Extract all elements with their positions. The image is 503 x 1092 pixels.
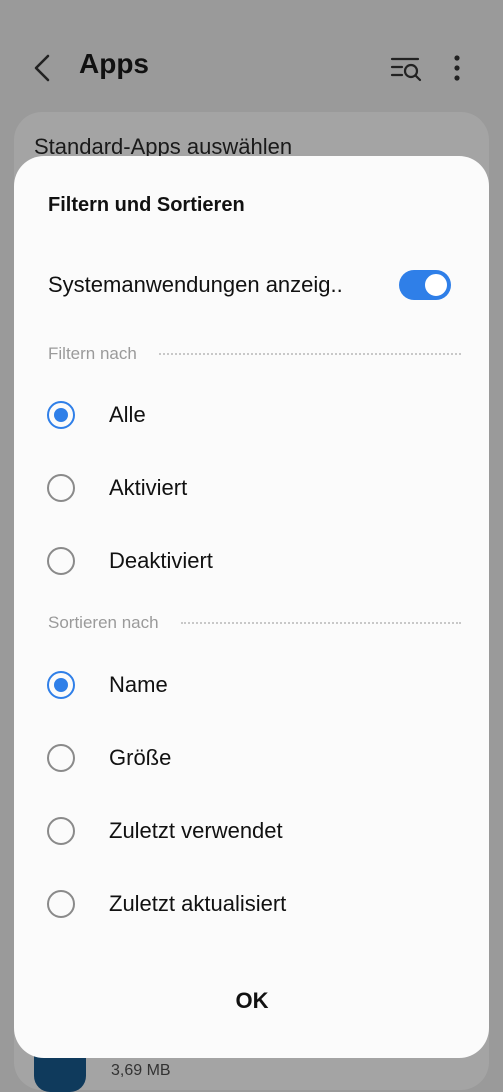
radio-button[interactable] (47, 744, 75, 772)
filter-section-header: Filtern nach (48, 344, 461, 364)
option-label: Deaktiviert (109, 548, 213, 573)
radio-button[interactable] (47, 817, 75, 845)
radio-button-selected[interactable] (47, 401, 75, 429)
back-arrow-icon (34, 54, 50, 82)
radio-button[interactable] (47, 547, 75, 575)
app-bar: Apps (0, 0, 503, 130)
sort-option-zuletzt-verwendet[interactable]: Zuletzt verwendet (44, 803, 464, 859)
show-system-apps-toggle[interactable] (399, 270, 451, 300)
option-label: Alle (109, 402, 146, 427)
toggle-knob (423, 272, 449, 298)
option-label: Zuletzt verwendet (109, 818, 283, 843)
option-label: Zuletzt aktualisiert (109, 891, 287, 916)
option-label: Größe (109, 745, 172, 770)
back-button[interactable] (26, 50, 62, 86)
ok-button[interactable]: OK (184, 976, 320, 1026)
sort-section-label: Sortieren nach (48, 613, 159, 632)
section-divider (158, 353, 461, 355)
sort-option-zuletzt-aktualisiert[interactable]: Zuletzt aktualisiert (44, 876, 464, 932)
more-options-button[interactable] (444, 52, 470, 84)
dialog-title: Filtern und Sortieren (48, 194, 245, 216)
filter-section-label: Filtern nach (48, 344, 137, 363)
section-divider (180, 622, 461, 624)
page-title: Apps (79, 48, 149, 79)
filter-search-icon (390, 57, 422, 82)
radio-button-selected[interactable] (47, 671, 75, 699)
filter-sort-dialog: Filtern und Sortieren Systemanwendungen … (14, 156, 489, 1058)
radio-button[interactable] (47, 890, 75, 918)
sort-option-groesse[interactable]: Größe (44, 730, 464, 786)
filter-option-aktiviert[interactable]: Aktiviert (44, 460, 464, 516)
filter-option-deaktiviert[interactable]: Deaktiviert (44, 533, 464, 589)
sort-section-header: Sortieren nach (48, 613, 461, 633)
option-label: Name (109, 672, 168, 697)
show-system-apps-label[interactable]: Systemanwendungen anzeig.. (48, 272, 343, 298)
filter-search-button[interactable] (388, 52, 424, 84)
more-vertical-icon (454, 55, 460, 81)
option-label: Aktiviert (109, 475, 188, 500)
app-size-text: 3,69 MB (111, 1062, 171, 1079)
filter-option-alle[interactable]: Alle (44, 387, 464, 443)
radio-button[interactable] (47, 474, 75, 502)
sort-option-name[interactable]: Name (44, 657, 464, 713)
